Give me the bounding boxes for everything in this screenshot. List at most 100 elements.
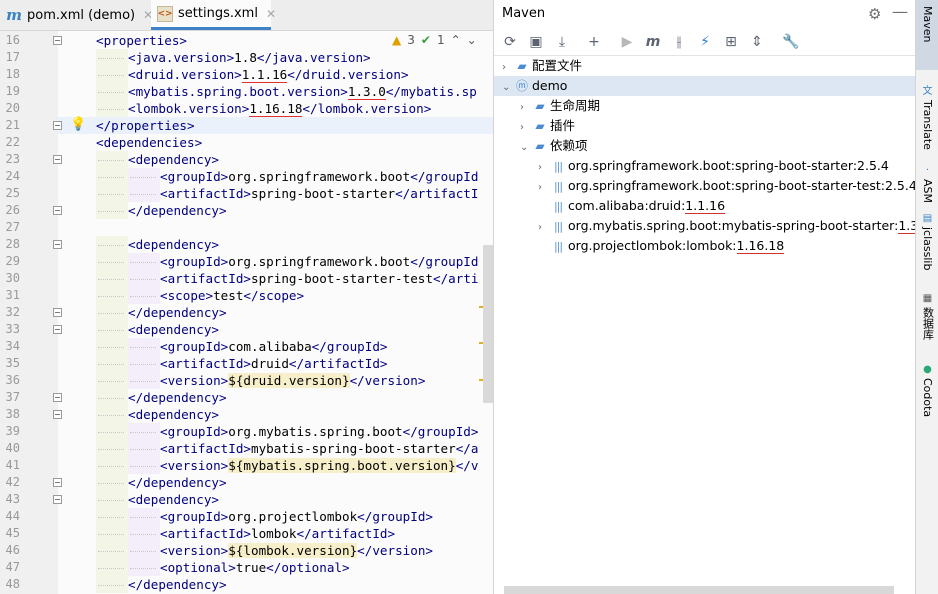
code-line[interactable]: <optional>true</optional> <box>160 559 350 576</box>
lightbulb-icon[interactable]: 💡 <box>70 117 86 134</box>
code-line[interactable]: <artifactId>spring-boot-starter</artifac… <box>160 185 478 202</box>
xml-tag: <dependency> <box>128 492 219 507</box>
side-tab-codota[interactable]: ● Codota <box>916 364 938 417</box>
fold-icon[interactable] <box>53 155 62 164</box>
code-line[interactable]: </dependency> <box>128 576 227 593</box>
code-line[interactable]: <dependency> <box>128 321 219 338</box>
side-tab-maven[interactable]: Maven <box>916 0 938 70</box>
code-line[interactable]: <properties> <box>96 32 187 49</box>
dependency-node[interactable]: › ||| org.springframework.boot:spring-boot… <box>538 176 938 196</box>
inspection-widget[interactable]: ▲ 3 ✔ 1 ⌃ ⌄ <box>392 33 477 47</box>
line-number: 24 <box>5 169 20 183</box>
toggle-offline-icon[interactable]: ⫲ <box>670 33 688 51</box>
chevron-up-icon[interactable]: ⌃ <box>451 33 461 47</box>
side-tab-translate[interactable]: 文 Translate <box>916 82 938 150</box>
whitespace-dots <box>98 568 124 570</box>
chevron-down-icon[interactable]: ⌄ <box>520 138 532 158</box>
side-tab-asm[interactable]: · ASM <box>916 165 938 203</box>
fold-icon[interactable] <box>53 478 62 487</box>
code-line[interactable]: <artifactId>mybatis-spring-boot-starter<… <box>160 440 478 457</box>
code-line[interactable]: <java.version>1.8</java.version> <box>128 49 371 66</box>
horizontal-scrollbar[interactable] <box>504 586 894 594</box>
chevron-right-icon[interactable]: › <box>538 158 550 178</box>
collapse-all-icon[interactable]: ⇕ <box>748 33 766 51</box>
vertical-scrollbar[interactable] <box>483 245 493 403</box>
chevron-right-icon[interactable]: › <box>538 218 550 238</box>
tree-node[interactable]: › ▰ 插件 <box>520 116 575 136</box>
line-number: 36 <box>5 373 20 387</box>
side-tab-database[interactable]: ▦ 数据库 <box>916 293 938 340</box>
fold-icon[interactable] <box>53 36 62 45</box>
fold-icon[interactable] <box>53 495 62 504</box>
fold-icon[interactable] <box>53 206 62 215</box>
dependency-node[interactable]: ||| org.projectlombok:lombok:1.16.18 <box>538 236 785 256</box>
chevron-down-icon[interactable]: ⌄ <box>502 78 514 98</box>
show-dependencies-icon[interactable]: ⊞ <box>722 33 740 51</box>
code-line[interactable]: <artifactId>lombok</artifactId> <box>160 525 395 542</box>
code-line[interactable]: </dependency> <box>128 304 227 321</box>
tab-settings-xml[interactable]: <> settings.xml ✕ <box>151 0 276 30</box>
code-line[interactable]: <groupId>org.springframework.boot</group… <box>160 253 478 270</box>
code-line[interactable]: <dependency> <box>128 491 219 508</box>
tree-node[interactable]: ⌄ ▰ 依赖项 <box>520 136 588 156</box>
dependency-version: 2.5.4 <box>857 158 889 173</box>
close-icon[interactable]: ✕ <box>266 7 276 21</box>
code-line[interactable]: <dependency> <box>128 151 219 168</box>
side-tab-jclasslib[interactable]: ▤ jclasslib <box>916 213 938 270</box>
generate-sources-icon[interactable]: ▣ <box>527 33 545 51</box>
fold-icon[interactable] <box>53 393 62 402</box>
code-line[interactable]: <mybatis.spring.boot.version>1.3.0</myba… <box>128 83 477 100</box>
code-line[interactable]: <groupId>org.springframework.boot</group… <box>160 168 478 185</box>
settings-wrench-icon[interactable]: 🔧 <box>782 33 800 51</box>
code-line[interactable]: <groupId>org.projectlombok</groupId> <box>160 508 433 525</box>
refresh-icon[interactable]: ⟳ <box>501 33 519 51</box>
code-line[interactable]: </properties> <box>96 117 195 134</box>
chevron-right-icon[interactable]: › <box>502 58 514 78</box>
code-line[interactable]: <scope>test</scope> <box>160 287 304 304</box>
chevron-right-icon[interactable]: › <box>520 98 532 118</box>
code-line[interactable]: <lombok.version>1.16.18</lombok.version> <box>128 100 431 117</box>
whitespace-dots <box>130 177 156 179</box>
download-icon[interactable]: ⤓ <box>553 33 571 51</box>
fold-icon[interactable] <box>53 410 62 419</box>
code-line[interactable]: <dependency> <box>128 236 219 253</box>
code-line[interactable]: <groupId>com.alibaba</groupId> <box>160 338 387 355</box>
minimize-icon[interactable]: — <box>892 2 908 21</box>
run-icon[interactable]: ▶ <box>618 33 636 51</box>
gear-icon[interactable]: ⚙ <box>868 5 881 23</box>
maven-goal-icon[interactable]: m <box>644 33 662 51</box>
code-line[interactable]: </dependency> <box>128 389 227 406</box>
line-number: 38 <box>5 407 20 421</box>
fold-icon[interactable] <box>53 325 62 334</box>
fold-icon[interactable] <box>53 240 62 249</box>
code-line[interactable]: <artifactId>spring-boot-starter-test</ar… <box>160 270 478 287</box>
tree-node[interactable]: ⌄ ⓜ demo <box>502 76 567 96</box>
chevron-right-icon[interactable]: › <box>538 178 550 198</box>
library-icon: ||| <box>553 200 563 213</box>
skip-tests-icon[interactable]: ⚡ <box>696 33 714 51</box>
fold-icon[interactable] <box>53 308 62 317</box>
code-line[interactable]: <version>${mybatis.spring.boot.version}<… <box>160 457 478 474</box>
code-line[interactable]: <artifactId>druid</artifactId> <box>160 355 388 372</box>
tree-node[interactable]: › ▰ 配置文件 <box>502 56 582 76</box>
xml-tag: </groupId <box>410 169 479 184</box>
whitespace-dots <box>98 551 124 553</box>
dependency-node[interactable]: ||| com.alibaba:druid:1.1.16 <box>538 196 726 216</box>
chevron-down-icon[interactable]: ⌄ <box>467 33 477 47</box>
tab-pom-xml[interactable]: m pom.xml (demo) ✕ <box>6 0 153 30</box>
code-line[interactable]: </dependency> <box>128 202 227 219</box>
code-line[interactable]: <version>${lombok.version}</version> <box>160 542 433 559</box>
fold-icon[interactable] <box>53 121 62 130</box>
add-icon[interactable]: + <box>585 33 603 51</box>
dependency-node[interactable]: › ||| org.springframework.boot:spring-boot… <box>538 156 889 176</box>
chevron-right-icon[interactable]: › <box>520 118 532 138</box>
code-line[interactable]: <dependency> <box>128 406 219 423</box>
code-line[interactable]: <dependencies> <box>96 134 202 151</box>
code-line[interactable]: <version>${druid.version}</version> <box>160 372 425 389</box>
code-line[interactable]: <groupId>org.mybatis.spring.boot</groupI… <box>160 423 478 440</box>
tree-node[interactable]: › ▰ 生命周期 <box>520 96 600 116</box>
code-line[interactable]: <druid.version>1.1.16</druid.version> <box>128 66 409 83</box>
dependency-node[interactable]: › ||| org.mybatis.spring.boot:mybatis-spri… <box>538 216 931 238</box>
editor-pane[interactable]: m pom.xml (demo) ✕ <> settings.xml ✕ 16 <… <box>0 0 493 594</box>
code-line[interactable]: </dependency> <box>128 474 227 491</box>
